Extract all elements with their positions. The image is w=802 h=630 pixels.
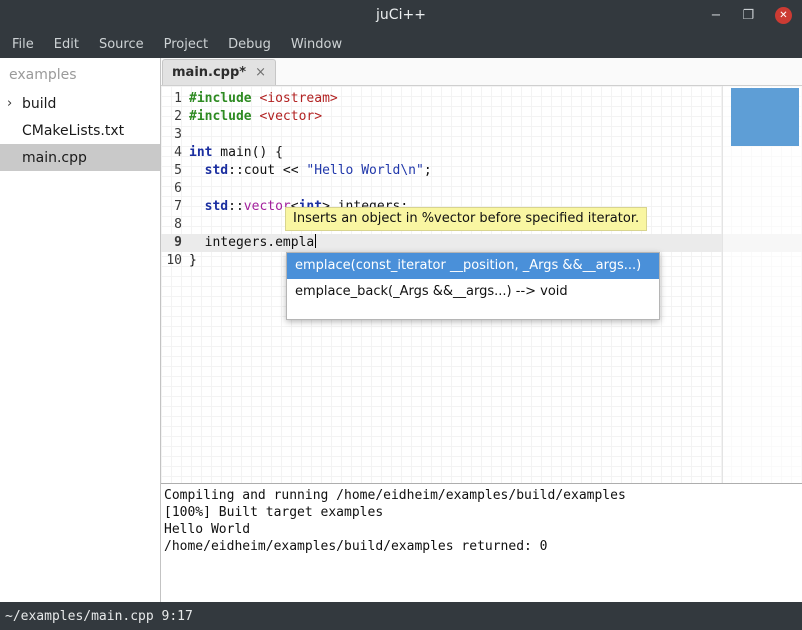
expander-icon[interactable]: ›: [7, 96, 22, 111]
minimize-button[interactable]: −: [710, 9, 721, 22]
code-lines[interactable]: 1#include <iostream>2#include <vector>34…: [161, 86, 802, 270]
menu-item-debug[interactable]: Debug: [218, 30, 281, 58]
tab-label: main.cpp*: [172, 65, 246, 80]
code-token: <iostream>: [259, 91, 337, 106]
menu-item-window[interactable]: Window: [281, 30, 352, 58]
editor-column: main.cpp* × 1#include <iostream>2#includ…: [161, 58, 802, 602]
text-cursor: [315, 234, 316, 248]
completion-tooltip: Inserts an object in %vector before spec…: [285, 207, 647, 231]
tab-close-icon[interactable]: ×: [255, 65, 266, 80]
code-token: main() {: [212, 145, 282, 160]
code-token: #include: [189, 91, 252, 106]
code-token: #include: [189, 109, 252, 124]
code-text: std::cout << "Hello World\n";: [189, 162, 432, 180]
sidebar: examples ›build CMakeLists.txt main.cpp: [0, 58, 161, 602]
menu-item-file[interactable]: File: [2, 30, 44, 58]
completion-item[interactable]: emplace_back(_Args &&__args...) --> void: [287, 279, 659, 305]
code-line[interactable]: 4int main() {: [161, 144, 802, 162]
code-text: #include <iostream>: [189, 90, 338, 108]
terminal-line: Compiling and running /home/eidheim/exam…: [164, 487, 799, 504]
terminal-panel: Compiling and running /home/eidheim/exam…: [161, 483, 802, 602]
code-line[interactable]: 2#include <vector>: [161, 108, 802, 126]
maximize-button[interactable]: ❐: [742, 9, 754, 22]
status-text: ~/examples/main.cpp 9:17: [5, 609, 193, 624]
code-token: }: [189, 253, 197, 268]
code-token: [189, 199, 205, 214]
code-token: ::: [228, 199, 244, 214]
window-controls: − ❐ ✕: [710, 0, 792, 30]
line-number: 3: [161, 126, 189, 144]
code-text: }: [189, 252, 197, 270]
code-text: int main() {: [189, 144, 283, 162]
line-number: 8: [161, 216, 189, 234]
code-text: integers.empla: [189, 234, 316, 252]
code-line[interactable]: 1#include <iostream>: [161, 90, 802, 108]
app-window: juCi++ − ❐ ✕ FileEditSourceProjectDebugW…: [0, 0, 802, 630]
terminal-line: /home/eidheim/examples/build/examples re…: [164, 538, 799, 555]
close-icon: ✕: [779, 10, 787, 21]
menu-item-project[interactable]: Project: [154, 30, 218, 58]
code-token: [189, 163, 205, 178]
line-number: 9: [161, 234, 189, 252]
tree-item-build[interactable]: ›build: [0, 90, 160, 117]
code-line[interactable]: 5 std::cout << "Hello World\n";: [161, 162, 802, 180]
code-line[interactable]: 6: [161, 180, 802, 198]
editor[interactable]: 1#include <iostream>2#include <vector>34…: [161, 86, 802, 483]
line-number: 7: [161, 198, 189, 216]
tab-main-cpp[interactable]: main.cpp* ×: [162, 59, 276, 85]
code-token: std: [205, 199, 228, 214]
line-number: 5: [161, 162, 189, 180]
code-token: integers.empla: [189, 235, 314, 250]
menubar: FileEditSourceProjectDebugWindow: [0, 30, 802, 58]
tree-item-label: main.cpp: [22, 150, 87, 166]
code-token: "Hello World\n": [306, 163, 423, 178]
code-line[interactable]: 3: [161, 126, 802, 144]
code-token: ;: [424, 163, 432, 178]
scrollbar-thumb[interactable]: [731, 88, 799, 146]
menu-item-edit[interactable]: Edit: [44, 30, 89, 58]
terminal-line: [100%] Built target examples: [164, 504, 799, 521]
code-token: std: [205, 163, 228, 178]
code-line[interactable]: 9 integers.empla: [161, 234, 802, 252]
completion-popup: emplace(const_iterator __position, _Args…: [286, 252, 660, 320]
menu-item-source[interactable]: Source: [89, 30, 154, 58]
completion-item[interactable]: emplace(const_iterator __position, _Args…: [287, 253, 659, 279]
terminal-line: Hello World: [164, 521, 799, 538]
code-token: <vector>: [259, 109, 322, 124]
file-tree: ›build CMakeLists.txt main.cpp: [0, 90, 160, 171]
tree-item-label: CMakeLists.txt: [22, 123, 124, 139]
code-token: vector: [244, 199, 291, 214]
line-number: 10: [161, 252, 189, 270]
line-number: 2: [161, 108, 189, 126]
status-bar: ~/examples/main.cpp 9:17: [0, 602, 802, 630]
code-token: ::cout <<: [228, 163, 306, 178]
tab-bar: main.cpp* ×: [161, 58, 802, 86]
sidebar-header: examples: [0, 58, 160, 90]
code-text: #include <vector>: [189, 108, 322, 126]
right-margin-line: [722, 86, 723, 483]
tree-item-label: build: [22, 96, 56, 112]
main-area: examples ›build CMakeLists.txt main.cpp ma…: [0, 58, 802, 602]
tree-item-main-cpp[interactable]: main.cpp: [0, 144, 160, 171]
window-title: juCi++: [0, 7, 802, 23]
code-token: int: [189, 145, 212, 160]
terminal-output: Compiling and running /home/eidheim/exam…: [164, 487, 799, 555]
close-button[interactable]: ✕: [775, 7, 792, 24]
tree-item-cmakelists-txt[interactable]: CMakeLists.txt: [0, 117, 160, 144]
line-number: 1: [161, 90, 189, 108]
title-bar: juCi++ − ❐ ✕: [0, 0, 802, 30]
line-number: 6: [161, 180, 189, 198]
line-number: 4: [161, 144, 189, 162]
